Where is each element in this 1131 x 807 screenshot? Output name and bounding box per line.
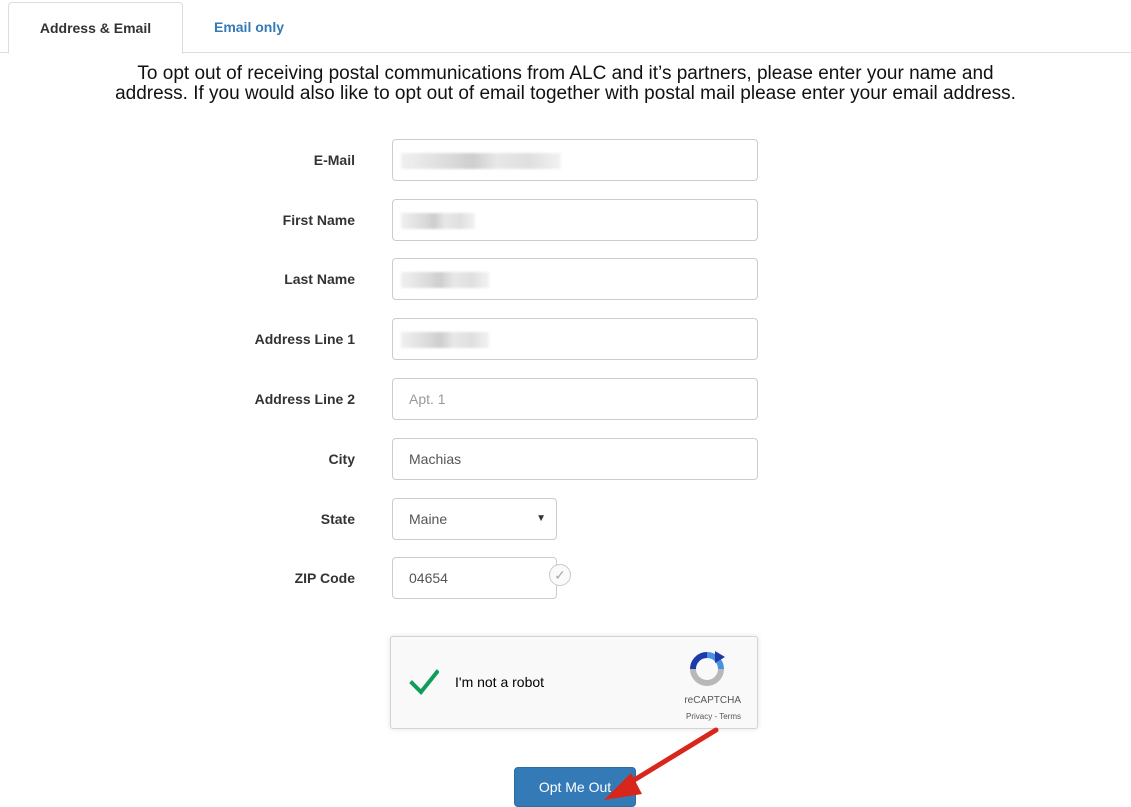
city-label: City bbox=[328, 451, 355, 467]
zip-label: ZIP Code bbox=[294, 570, 355, 586]
zip-field[interactable]: 04654 bbox=[392, 557, 557, 599]
redacted-value bbox=[401, 213, 475, 229]
city-field[interactable]: Machias bbox=[392, 438, 758, 480]
address-line-2-field[interactable]: Apt. 1 bbox=[392, 378, 758, 420]
recaptcha-brand: reCAPTCHA bbox=[684, 695, 741, 706]
email-field[interactable] bbox=[392, 139, 758, 181]
opt-out-button[interactable]: Opt Me Out bbox=[514, 767, 636, 807]
caret-down-icon: ▼ bbox=[536, 513, 546, 524]
state-select[interactable]: Maine ▼ bbox=[392, 498, 557, 540]
first-name-row: First Name bbox=[0, 199, 1131, 241]
check-circle-icon: ✓ bbox=[549, 564, 571, 586]
state-label: State bbox=[320, 511, 355, 527]
first-name-label: First Name bbox=[282, 212, 355, 228]
intro-line-2: address. If you would also like to opt o… bbox=[115, 83, 1016, 104]
address-line-1-row: Address Line 1 bbox=[0, 318, 1131, 360]
city-row: City Machias bbox=[0, 438, 1131, 480]
recaptcha-label: I'm not a robot bbox=[455, 674, 545, 690]
recaptcha-widget: I'm not a robot reCAPTCHA Privacy - Term… bbox=[390, 636, 758, 729]
email-label: E-Mail bbox=[313, 152, 355, 168]
first-name-field[interactable] bbox=[392, 199, 758, 241]
last-name-row: Last Name bbox=[0, 258, 1131, 300]
tab-bar: Address & Email Email only bbox=[0, 0, 1131, 54]
tab-address-email[interactable]: Address & Email bbox=[8, 2, 183, 54]
address-line-1-field[interactable] bbox=[392, 318, 758, 360]
address-line-2-label: Address Line 2 bbox=[254, 391, 355, 407]
recaptcha-logo-icon bbox=[690, 651, 725, 686]
state-row: State Maine ▼ bbox=[0, 498, 1131, 540]
last-name-field[interactable] bbox=[392, 258, 758, 300]
last-name-label: Last Name bbox=[284, 271, 355, 287]
tab-email-only[interactable]: Email only bbox=[184, 2, 314, 53]
redacted-value bbox=[401, 153, 561, 169]
intro-line-1: To opt out of receiving postal communica… bbox=[137, 63, 994, 84]
email-row: E-Mail bbox=[0, 139, 1131, 181]
redacted-value bbox=[401, 272, 489, 288]
address-line-1-label: Address Line 1 bbox=[254, 331, 355, 347]
state-value: Maine bbox=[409, 511, 448, 527]
intro-text: To opt out of receiving postal communica… bbox=[0, 64, 1131, 104]
address-line-2-row: Address Line 2 Apt. 1 bbox=[0, 378, 1131, 420]
redacted-value bbox=[401, 332, 489, 348]
recaptcha-links[interactable]: Privacy - Terms bbox=[686, 712, 741, 721]
checkmark-icon[interactable] bbox=[409, 667, 439, 697]
